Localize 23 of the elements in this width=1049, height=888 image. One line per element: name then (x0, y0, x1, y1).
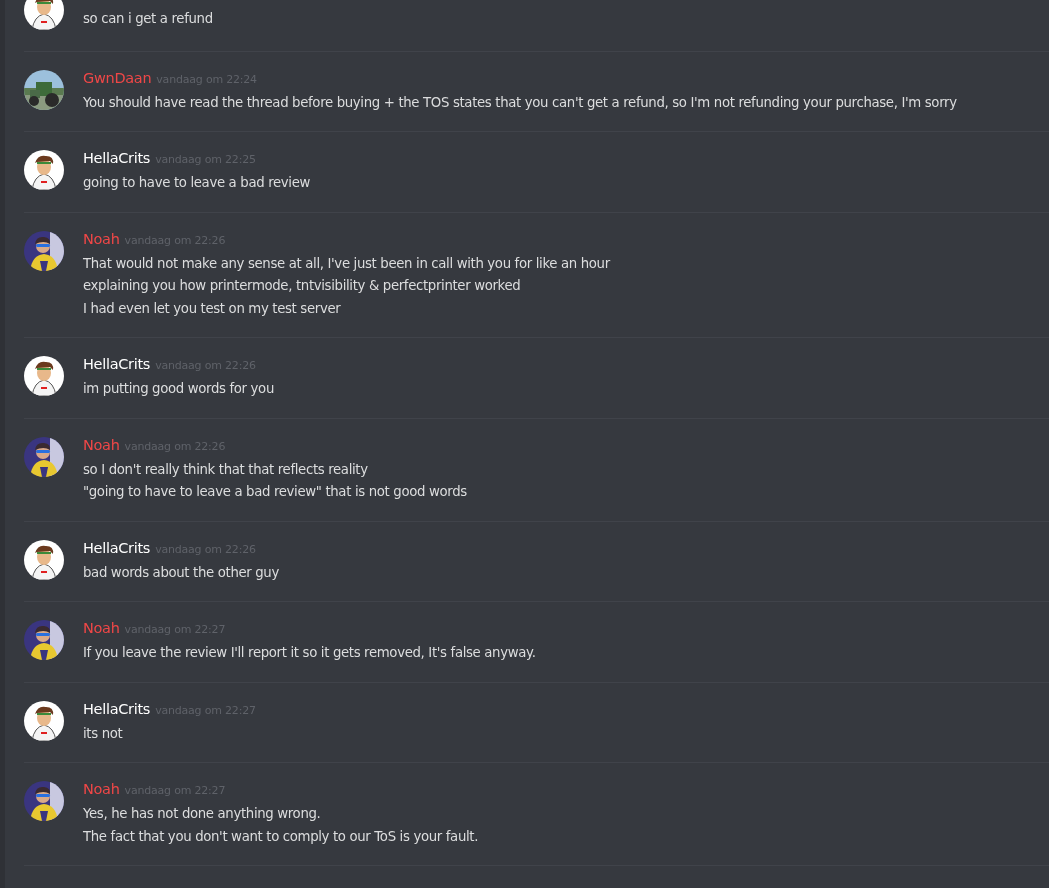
message-text: explaining you how printermode, tntvisibility & perfectprinter worked (83, 277, 522, 295)
message-text: You should have read the thread before buying + the TOS states that you can't get a refund, so I'm not refunding your purchase, I'm sorry (83, 93, 957, 112)
username[interactable]: HellaCrits (83, 356, 151, 372)
username[interactable]: Noah (83, 620, 120, 636)
message-text: so can i get a refund (83, 10, 213, 28)
message-text: its not (83, 724, 124, 743)
message-text: so I don't really think that that reflects reality (83, 460, 369, 479)
username[interactable]: HellaCrits (83, 700, 151, 717)
message-text: im putting good words for you (83, 380, 274, 398)
username[interactable]: HellaCrits (83, 539, 151, 556)
message-text: The fact that you don't want to comply to our ToS is your fault. (83, 827, 479, 846)
message-text: If you leave the review I'll report it so it gets removed, It's false anyway. (83, 644, 536, 662)
username[interactable]: GwnDaan (83, 69, 152, 86)
username[interactable]: Noah (83, 230, 120, 247)
message-text: I had even let you test on my test server (83, 299, 342, 318)
username[interactable]: Noah (83, 436, 120, 453)
username[interactable]: HellaCrits (83, 150, 151, 166)
message-text: bad words about the other guy (83, 563, 279, 582)
message-text: Yes, he has not done anything wrong. (83, 805, 322, 823)
message-text: That would not make any sense at all, I've just been in call with you for like an hour (83, 254, 610, 273)
message-text: going to have to leave a bad review (83, 174, 311, 192)
message-text: "going to have to leave a bad review" that is not good words (83, 483, 467, 501)
username[interactable]: Noah (83, 781, 120, 797)
